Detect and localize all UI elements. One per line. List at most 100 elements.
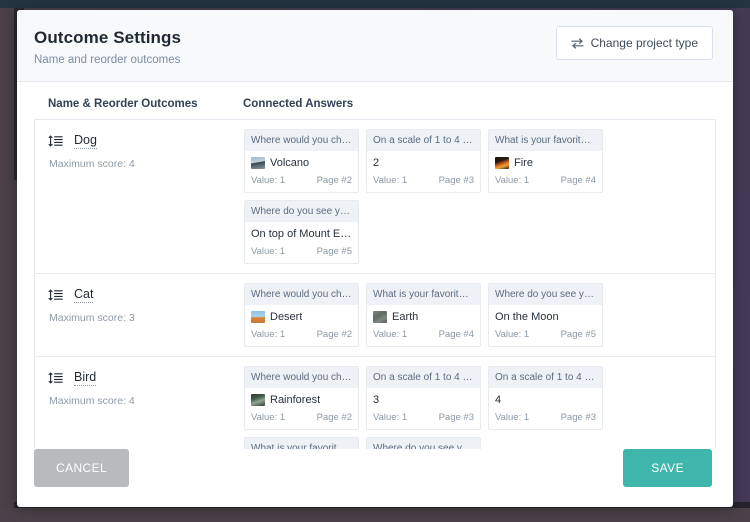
column-header-answers: Connected Answers	[243, 98, 354, 110]
connected-answer-card[interactable]: Where do you see your...On MarsValue: 1P…	[366, 437, 481, 449]
answer-score-value: Value: 1	[373, 412, 408, 423]
outcome-row: Dog Maximum score: 4 Where would you choo.…	[35, 120, 715, 274]
answer-page-number: Page #4	[438, 329, 474, 340]
answer-score-value: Value: 1	[373, 329, 408, 340]
outcome-name[interactable]: Dog	[74, 133, 97, 149]
reorder-handle-icon[interactable]	[48, 135, 63, 147]
answer-card-footer: Value: 1 Page #2	[245, 173, 358, 192]
answer-value-row: Earth	[367, 305, 480, 327]
answer-card-footer: Value: 1 Page #4	[489, 173, 602, 192]
reorder-handle-icon[interactable]	[48, 372, 63, 384]
answer-question: Where do you see your...	[245, 201, 358, 222]
answer-score-value: Value: 1	[495, 175, 530, 186]
answer-thumbnail-icon	[251, 157, 265, 169]
answer-score-value: Value: 1	[251, 175, 286, 186]
answer-value-row: On top of Mount Everest	[245, 222, 358, 244]
connected-answer-card[interactable]: What is your favorite el... Fire Value: 1 P…	[488, 129, 603, 193]
outcome-name-line: Bird	[48, 370, 244, 386]
answer-page-number: Page #2	[316, 329, 352, 340]
answer-card-footer: Value: 1 Page #3	[489, 410, 602, 429]
answer-value-row: On the Moon	[489, 305, 602, 327]
answer-question: Where do you see your...	[367, 438, 480, 449]
answer-page-number: Page #5	[560, 329, 596, 340]
connected-answer-card[interactable]: Where do you see your... On top of Mount …	[244, 200, 359, 264]
outcome-name-cell: Bird Maximum score: 4	[35, 366, 244, 449]
answer-score-value: Value: 1	[251, 412, 286, 423]
answer-value-row: Volcano	[245, 151, 358, 173]
outcome-settings-dialog: Outcome Settings Name and reorder outcom…	[17, 10, 733, 507]
cancel-button[interactable]: CANCEL	[34, 449, 130, 487]
outcome-max-score: Maximum score: 4	[49, 158, 135, 170]
answer-score-value: Value: 1	[251, 246, 286, 257]
left-edge-strip	[0, 8, 14, 522]
connected-answer-card[interactable]: On a scale of 1 to 4 ho... 3 Value: 1 Page …	[366, 366, 481, 430]
column-header-name: Name & Reorder Outcomes	[48, 98, 198, 110]
connected-answer-card[interactable]: Where would you choo... Volcano Value: 1 Pa…	[244, 129, 359, 193]
answer-page-number: Page #5	[316, 246, 352, 257]
dialog-header: Outcome Settings Name and reorder outcom…	[17, 10, 733, 82]
answer-value-row: Rainforest	[245, 388, 358, 410]
answer-card-footer: Value: 1 Page #2	[245, 327, 358, 346]
answer-thumbnail-icon	[251, 311, 265, 323]
answer-page-number: Page #4	[560, 175, 596, 186]
connected-answer-card[interactable]: Where would you choo... Rainforest Value: …	[244, 366, 359, 430]
answer-thumbnail-icon	[495, 157, 509, 169]
change-project-type-label: Change project type	[590, 36, 698, 50]
page-subtitle: Name and reorder outcomes	[34, 54, 181, 66]
column-headers: Name & Reorder Outcomes Connected Answer…	[34, 98, 716, 119]
reorder-handle-icon[interactable]	[48, 289, 63, 301]
answer-page-number: Page #3	[438, 412, 474, 423]
top-bar	[0, 0, 750, 8]
answer-score-value: Value: 1	[373, 175, 408, 186]
answer-score-value: Value: 1	[251, 329, 286, 340]
outcome-name[interactable]: Cat	[74, 287, 94, 303]
answer-text: 4	[495, 394, 502, 406]
answer-value-row: 2	[367, 151, 480, 173]
change-project-type-button[interactable]: Change project type	[555, 26, 713, 60]
answer-question: On a scale of 1 to 4 ho...	[367, 130, 480, 151]
connected-answers-cell: Where would you choo... Desert Value: 1 Pag…	[244, 283, 715, 347]
connected-answer-card[interactable]: What is your favorite el...AirValue: 1Pa…	[244, 437, 359, 449]
outcome-max-score: Maximum score: 3	[49, 312, 135, 324]
answer-question: What is your favorite el...	[367, 284, 480, 305]
outcome-name-line: Dog	[48, 133, 244, 149]
answer-thumbnail-icon	[373, 311, 387, 323]
connected-answers-cell: Where would you choo... Volcano Value: 1 Pa…	[244, 129, 715, 264]
outcome-name-cell: Cat Maximum score: 3	[35, 283, 244, 347]
answer-score-value: Value: 1	[495, 412, 530, 423]
answer-page-number: Page #3	[438, 175, 474, 186]
answer-question: What is your favorite el...	[489, 130, 602, 151]
dialog-footer: CANCEL SAVE	[17, 449, 733, 507]
answer-question: Where do you see your...	[489, 284, 602, 305]
outcome-name-cell: Dog Maximum score: 4	[35, 129, 244, 264]
answer-value-row: Fire	[489, 151, 602, 173]
outcome-list: Dog Maximum score: 4 Where would you choo.…	[34, 119, 716, 449]
answer-page-number: Page #2	[316, 175, 352, 186]
answer-thumbnail-icon	[251, 394, 265, 406]
save-button[interactable]: SAVE	[623, 449, 712, 487]
connected-answer-card[interactable]: What is your favorite el... Earth Value: 1…	[366, 283, 481, 347]
connected-answer-card[interactable]: Where would you choo... Desert Value: 1 Pag…	[244, 283, 359, 347]
answer-text: On the Moon	[495, 311, 559, 323]
answer-card-footer: Value: 1 Page #3	[367, 410, 480, 429]
connected-answer-card[interactable]: Where do you see your... On the Moon Value…	[488, 283, 603, 347]
answer-card-footer: Value: 1 Page #2	[245, 410, 358, 429]
answer-question: Where would you choo...	[245, 130, 358, 151]
answer-page-number: Page #2	[316, 412, 352, 423]
outcome-max-score: Maximum score: 4	[49, 395, 135, 407]
answer-question: On a scale of 1 to 4 ho...	[489, 367, 602, 388]
connected-answer-card[interactable]: On a scale of 1 to 4 ho... 2 Value: 1 Page …	[366, 129, 481, 193]
connected-answers-cell: Where would you choo... Rainforest Value: …	[244, 366, 715, 449]
answer-question: Where would you choo...	[245, 367, 358, 388]
outcome-row: Cat Maximum score: 3 Where would you choo.…	[35, 274, 715, 357]
answer-value-row: 4	[489, 388, 602, 410]
answer-text: Rainforest	[270, 394, 321, 406]
connected-answer-card[interactable]: On a scale of 1 to 4 ho... 4 Value: 1 Page …	[488, 366, 603, 430]
answer-card-footer: Value: 1 Page #5	[245, 244, 358, 263]
outcome-name[interactable]: Bird	[74, 370, 97, 386]
bottom-bar	[0, 508, 750, 522]
swap-arrows-icon	[570, 37, 584, 49]
answer-text: Volcano	[270, 157, 310, 169]
answer-card-footer: Value: 1 Page #4	[367, 327, 480, 346]
answer-card-footer: Value: 1 Page #3	[367, 173, 480, 192]
